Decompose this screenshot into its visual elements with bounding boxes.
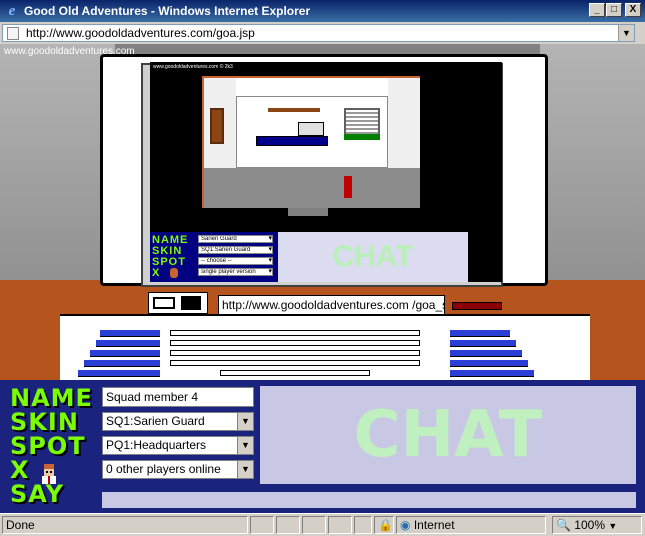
address-url: http://www.goodoldadventures.com/goa.jsp	[26, 26, 255, 40]
title-bar: e Good Old Adventures - Windows Internet…	[0, 0, 645, 22]
chat-area: CHAT	[260, 386, 636, 484]
player-character	[344, 176, 352, 198]
keyboard-row	[170, 330, 420, 336]
status-text: Done	[2, 516, 248, 534]
in-game-url-field[interactable]: http://www.goodoldadventures.com /goa_si…	[218, 295, 445, 315]
chevron-down-icon[interactable]: ▼	[237, 461, 253, 478]
status-bar: Done 🔒 ◉ Internet 🔍 100% ▼	[0, 513, 645, 536]
wall-right	[540, 44, 645, 290]
bulletin-board	[210, 108, 224, 144]
security-icon[interactable]: 🔒	[374, 516, 394, 534]
zoom-icon: 🔍	[556, 518, 571, 532]
window-plants	[344, 134, 380, 140]
game-panel-small: NAME SKIN SPOT X Sarien Guard SQ1:Sarien…	[150, 232, 278, 282]
address-bar: http://www.goodoldadventures.com/goa.jsp…	[0, 22, 645, 44]
keyboard-spacebar	[220, 370, 370, 376]
keyboard-row	[170, 350, 420, 356]
keyboard-key	[450, 340, 516, 347]
computer-terminal	[298, 122, 324, 136]
small-skin-select[interactable]: SQ1:Sarien Guard	[198, 246, 273, 254]
status-cell	[302, 516, 326, 534]
name-input[interactable]: Squad member 4	[102, 387, 254, 407]
wall-left	[0, 44, 115, 290]
zone-label: Internet	[413, 518, 455, 532]
keyboard-key	[450, 350, 522, 357]
monitor-controls	[148, 292, 208, 314]
keyboard-row	[170, 340, 420, 346]
close-button[interactable]: X	[625, 3, 641, 17]
power-indicator	[452, 302, 502, 310]
players-select-value: 0 other players online	[106, 462, 221, 476]
small-chat-area: CHAT	[278, 232, 468, 282]
status-cell	[328, 516, 352, 534]
keyboard-key	[100, 330, 160, 337]
room-floor	[204, 168, 420, 208]
page-content: www.goodoldadventures.com www.goodoldadv…	[0, 44, 645, 513]
keyboard-key	[450, 330, 510, 337]
status-cell	[354, 516, 372, 534]
keyboard	[60, 314, 590, 384]
keyboard-key	[450, 370, 534, 377]
small-name-field[interactable]: Sarien Guard	[198, 235, 273, 243]
room-doorway	[288, 208, 328, 216]
page-icon	[7, 27, 19, 40]
status-cell	[250, 516, 274, 534]
bottom-panel: NAME SKIN SPOT X SAY Squad member 4 SQ1:…	[0, 380, 645, 513]
say-input[interactable]	[102, 492, 636, 508]
game-screen[interactable]: www.goodoldadventures.com © 2k3 NAME SKI…	[150, 62, 502, 282]
globe-icon: ◉	[400, 518, 411, 532]
address-dropdown-button[interactable]: ▼	[618, 25, 634, 41]
small-avatar-icon	[170, 268, 178, 278]
small-x-label: X	[152, 267, 161, 279]
zoom-control[interactable]: 🔍 100% ▼	[552, 516, 642, 534]
room-right-wall	[388, 78, 420, 168]
zoom-level: 100%	[574, 518, 605, 532]
shelf	[268, 108, 320, 112]
minimize-button[interactable]: _	[589, 3, 605, 17]
players-select[interactable]: 0 other players online ▼	[102, 460, 254, 479]
small-spot-select[interactable]: -- choose --	[198, 257, 273, 265]
skin-select-value: SQ1:Sarien Guard	[106, 414, 205, 428]
keyboard-key	[96, 340, 160, 347]
keyboard-key	[450, 360, 528, 367]
skin-select[interactable]: SQ1:Sarien Guard ▼	[102, 412, 254, 431]
maximize-button[interactable]: □	[606, 3, 622, 17]
chevron-down-icon[interactable]: ▼	[237, 437, 253, 454]
status-cell	[276, 516, 300, 534]
chevron-down-icon: ▼	[608, 521, 618, 531]
chevron-down-icon[interactable]: ▼	[237, 413, 253, 430]
spot-select[interactable]: PQ1:Headquarters ▼	[102, 436, 254, 455]
desk	[256, 136, 328, 146]
keyboard-key	[78, 370, 160, 377]
keyboard-key	[90, 350, 160, 357]
game-copyright: www.goodoldadventures.com © 2k3	[153, 64, 233, 70]
monitor-button-2[interactable]	[181, 296, 201, 310]
keyboard-key	[84, 360, 160, 367]
game-room[interactable]	[202, 76, 420, 208]
address-input[interactable]: http://www.goodoldadventures.com/goa.jsp…	[2, 24, 635, 42]
zone-cell[interactable]: ◉ Internet	[396, 516, 546, 534]
monitor-button-1[interactable]	[153, 297, 175, 309]
say-label: SAY	[10, 480, 64, 508]
ie-logo-icon: e	[8, 3, 16, 19]
window-title: Good Old Adventures - Windows Internet E…	[24, 4, 311, 18]
small-players-select[interactable]: single player version	[198, 268, 273, 276]
keyboard-row	[170, 360, 420, 366]
spot-select-value: PQ1:Headquarters	[106, 438, 207, 452]
